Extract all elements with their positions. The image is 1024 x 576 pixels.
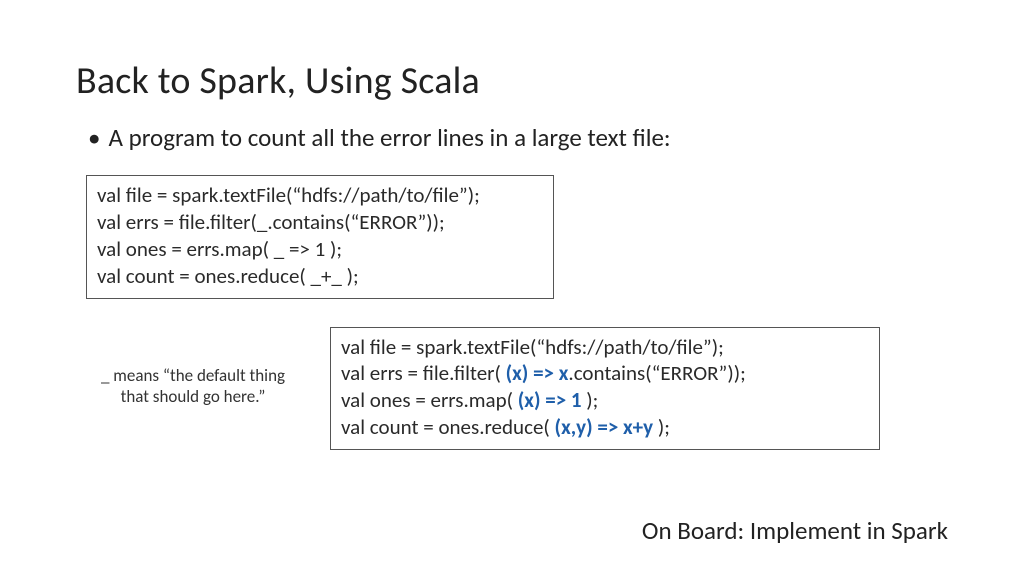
- code-text: val count = ones.reduce(: [341, 414, 555, 440]
- footer-note: On Board: Implement in Spark: [642, 515, 948, 546]
- code-text: val ones = errs.map(: [341, 387, 518, 413]
- slide: Back to Spark, Using Scala • A program t…: [0, 0, 1024, 576]
- code-highlight: (x,y) => x+y: [555, 414, 654, 440]
- bullet-dot-icon: •: [88, 122, 100, 153]
- row-expanded: _ means “the default thing that should g…: [76, 327, 948, 451]
- side-note: _ means “the default thing that should g…: [76, 327, 320, 408]
- code-text: .contains(“ERROR”));: [568, 360, 745, 386]
- slide-title: Back to Spark, Using Scala: [76, 58, 948, 104]
- side-note-line: that should go here.”: [76, 386, 310, 407]
- code-line: val file = spark.textFile(“hdfs://path/t…: [97, 182, 543, 209]
- code-text: );: [653, 414, 670, 440]
- side-note-line: _ means “the default thing: [76, 365, 310, 386]
- bullet-item: • A program to count all the error lines…: [76, 122, 948, 153]
- code-line: val errs = file.filter( (x) => x.contain…: [341, 360, 869, 387]
- code-line: val file = spark.textFile(“hdfs://path/t…: [341, 334, 869, 361]
- code-line: val ones = errs.map( _ => 1 );: [97, 236, 543, 263]
- code-line: val count = ones.reduce( _+_ );: [97, 263, 543, 290]
- code-line: val ones = errs.map( (x) => 1 );: [341, 387, 869, 414]
- code-highlight: (x) => 1: [518, 387, 582, 413]
- code-block-expanded: val file = spark.textFile(“hdfs://path/t…: [330, 327, 880, 451]
- code-line: val count = ones.reduce( (x,y) => x+y );: [341, 414, 869, 441]
- bullet-text: A program to count all the error lines i…: [108, 122, 670, 153]
- code-highlight: (x) => x: [506, 360, 569, 386]
- code-line: val errs = file.filter(_.contains(“ERROR…: [97, 209, 543, 236]
- code-text: val errs = file.filter(: [341, 360, 506, 386]
- code-text: );: [582, 387, 599, 413]
- code-block-shorthand: val file = spark.textFile(“hdfs://path/t…: [86, 175, 554, 299]
